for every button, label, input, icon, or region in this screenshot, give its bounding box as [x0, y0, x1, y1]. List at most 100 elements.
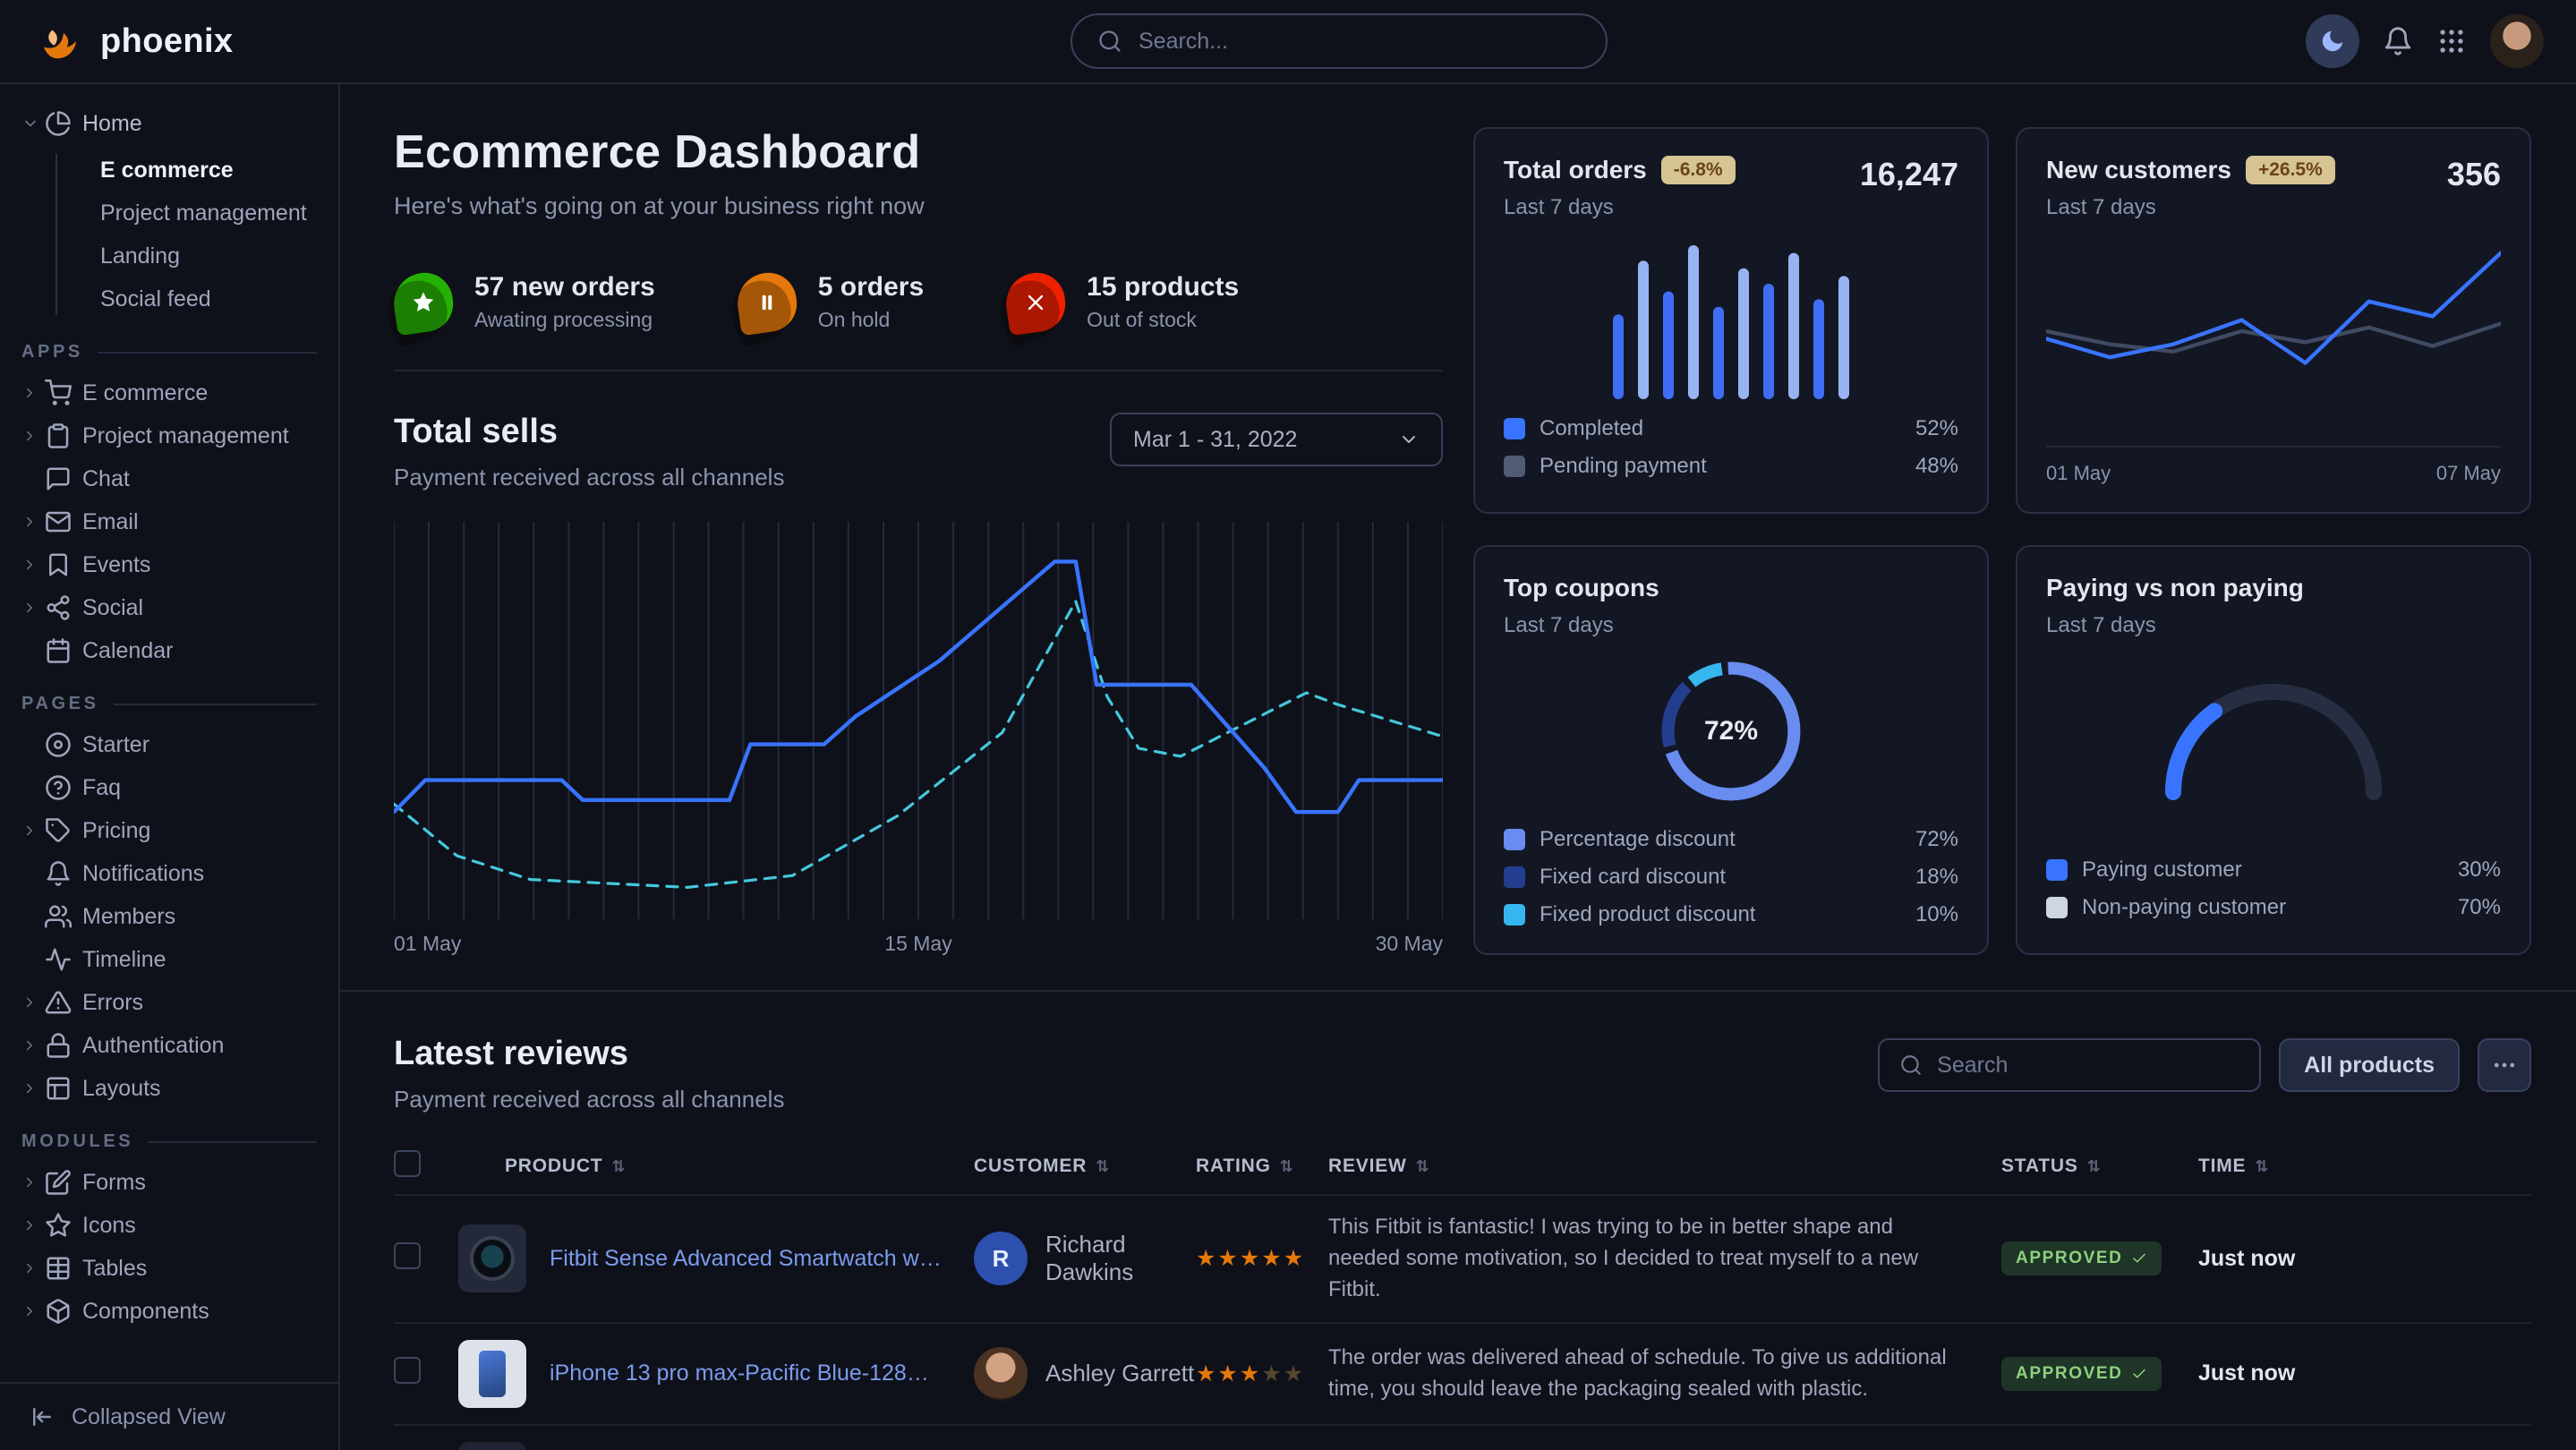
mail-icon: [45, 508, 82, 535]
sidebar-item-social-feed[interactable]: Social feed: [21, 277, 317, 320]
lock-icon: [45, 1032, 82, 1059]
search-input[interactable]: [1139, 29, 1581, 55]
apps-grid-icon[interactable]: [2436, 26, 2467, 56]
sidebar-item-faq[interactable]: Faq: [21, 766, 317, 809]
brand[interactable]: phoenix: [36, 17, 233, 65]
product-cell: iPhone 13 pro max-Pacific Blue-128GB sto…: [458, 1340, 974, 1408]
sidebar-item-home[interactable]: Home: [21, 102, 317, 145]
latest-reviews-section: Latest reviews Payment received across a…: [394, 1035, 2531, 1450]
sidebar-item-label: Project management: [100, 200, 307, 226]
customer-avatar: [974, 1347, 1028, 1401]
column-header-review[interactable]: REVIEW⇅: [1328, 1156, 2001, 1177]
page-subtitle: Here's what's going on at your business …: [394, 192, 1443, 220]
sidebar-item-errors[interactable]: Errors: [21, 981, 317, 1024]
help-icon: [45, 774, 82, 801]
sidebar-item-label: Notifications: [82, 861, 204, 887]
legend-value: 48%: [1915, 454, 1958, 479]
product-link[interactable]: iPhone 13 pro max-Pacific Blue-128GB sto…: [550, 1360, 974, 1386]
product-link[interactable]: Fitbit Sense Advanced Smartwatch with To…: [550, 1246, 974, 1272]
all-products-button[interactable]: All products: [2279, 1038, 2460, 1092]
sidebar-item-layouts[interactable]: Layouts: [21, 1067, 317, 1110]
activity-icon: [45, 946, 82, 973]
date-range-select[interactable]: Mar 1 - 31, 2022: [1110, 413, 1443, 466]
search-icon: [1899, 1053, 1923, 1077]
sidebar-item-project-management[interactable]: Project management: [21, 192, 317, 235]
sidebar-item-icons[interactable]: Icons: [21, 1204, 317, 1247]
column-header-rating[interactable]: RATING⇅: [1196, 1156, 1328, 1177]
sidebar-item-events[interactable]: Events: [21, 543, 317, 586]
legend-label: Percentage discount: [1540, 827, 1736, 852]
column-header-product[interactable]: PRODUCT⇅: [458, 1156, 974, 1177]
reviews-search[interactable]: [1878, 1038, 2261, 1092]
row-checkbox[interactable]: [394, 1242, 421, 1269]
table-row-partial: [394, 1426, 2531, 1450]
legend-value: 70%: [2458, 895, 2501, 920]
row-checkbox-cell: [394, 1357, 458, 1390]
column-header-status[interactable]: STATUS⇅: [2001, 1156, 2198, 1177]
sidebar-item-social[interactable]: Social: [21, 586, 317, 629]
share-icon: [45, 594, 82, 621]
table-icon: [45, 1255, 82, 1282]
column-header-label: CUSTOMER: [974, 1156, 1087, 1176]
row-checkbox[interactable]: [394, 1357, 421, 1384]
check-icon: [2131, 1250, 2147, 1267]
more-options-button[interactable]: [2478, 1038, 2531, 1092]
sidebar-item-forms[interactable]: Forms: [21, 1161, 317, 1204]
sidebar-section-label: MODULES: [21, 1131, 133, 1152]
chevron-right-icon: [21, 1174, 45, 1190]
customer-cell: Ashley Garrett: [974, 1347, 1196, 1401]
reviews-search-input[interactable]: [1937, 1053, 2239, 1079]
sidebar-item-label: Events: [82, 552, 150, 578]
quick-stat-caption: Out of stock: [1087, 308, 1239, 332]
notifications-bell-icon[interactable]: [2383, 26, 2413, 56]
collapsed-view-toggle[interactable]: Collapsed View: [0, 1382, 338, 1450]
legend-swatch: [1504, 418, 1525, 439]
sidebar-item-landing[interactable]: Landing: [21, 235, 317, 277]
sidebar-item-label: Layouts: [82, 1076, 161, 1102]
sidebar-item-label: Components: [82, 1299, 209, 1325]
quick-stat-text: 5 ordersOn hold: [818, 272, 924, 332]
sidebar-item-chat[interactable]: Chat: [21, 457, 317, 500]
total-orders-legend: Completed52%Pending payment48%: [1504, 410, 1958, 485]
user-avatar[interactable]: [2490, 14, 2544, 68]
theme-toggle-moon-icon[interactable]: [2306, 14, 2359, 68]
sidebar-item-calendar[interactable]: Calendar: [21, 629, 317, 672]
topbar-search[interactable]: [1070, 13, 1608, 69]
sidebar-item-timeline[interactable]: Timeline: [21, 938, 317, 981]
sidebar-item-label: E commerce: [100, 158, 234, 183]
sidebar-item-e-commerce[interactable]: E commerce: [21, 149, 317, 192]
collapsed-view-label: Collapsed View: [72, 1404, 226, 1430]
sidebar-item-e-commerce[interactable]: E commerce: [21, 371, 317, 414]
new-customers-value: 356: [2447, 156, 2501, 193]
customer-avatar: R: [974, 1232, 1028, 1285]
sidebar-item-label: Pricing: [82, 818, 150, 844]
sidebar-item-starter[interactable]: Starter: [21, 723, 317, 766]
legend-value: 30%: [2458, 857, 2501, 883]
chevron-down-icon: [1398, 429, 1420, 450]
star-icon: [390, 269, 457, 336]
legend-item: Paying customer30%: [2046, 851, 2501, 889]
quick-stat-value: 5 orders: [818, 272, 924, 303]
sidebar-item-project-management[interactable]: Project management: [21, 414, 317, 457]
star-empty-icon: ★: [1284, 1361, 1305, 1386]
chevron-right-icon: [21, 428, 45, 444]
column-header-label: STATUS: [2001, 1156, 2078, 1176]
sidebar-item-members[interactable]: Members: [21, 895, 317, 938]
top-coupons-card: Top coupons Last 7 days 72% Percentage d…: [1473, 545, 1989, 955]
column-header-customer[interactable]: CUSTOMER⇅: [974, 1156, 1196, 1177]
sidebar-item-components[interactable]: Components: [21, 1290, 317, 1333]
review-text: The order was delivered ahead of schedul…: [1328, 1343, 2001, 1405]
sidebar-item-tables[interactable]: Tables: [21, 1247, 317, 1290]
sidebar-item-pricing[interactable]: Pricing: [21, 809, 317, 852]
sidebar-item-notifications[interactable]: Notifications: [21, 852, 317, 895]
collapse-left-icon: [29, 1403, 55, 1430]
quick-stat-value: 57 new orders: [474, 272, 655, 303]
sidebar-item-authentication[interactable]: Authentication: [21, 1024, 317, 1067]
close-icon: [1002, 269, 1070, 336]
select-all-checkbox[interactable]: [394, 1150, 421, 1177]
legend-value: 52%: [1915, 416, 1958, 441]
sidebar-item-email[interactable]: Email: [21, 500, 317, 543]
rating-stars: ★★★★★: [1196, 1360, 1328, 1387]
message-icon: [45, 465, 82, 492]
column-header-time[interactable]: TIME⇅: [2198, 1156, 2531, 1177]
